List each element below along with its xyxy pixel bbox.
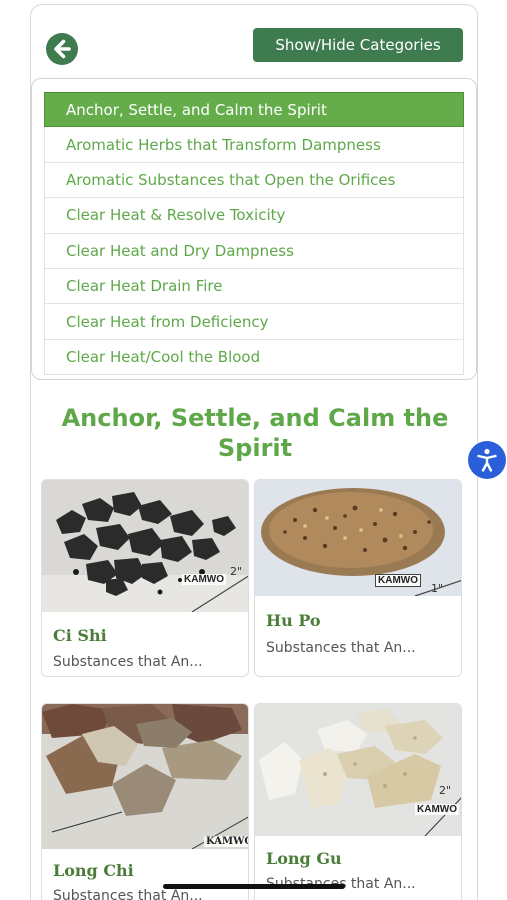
svg-text:2": 2"	[230, 565, 242, 578]
product-card-hu-po[interactable]: 1" KAMWO Hu Po Substances that An...	[254, 479, 462, 677]
category-item-clear-heat-resolve-toxicity[interactable]: Clear Heat & Resolve Toxicity	[44, 198, 464, 234]
home-indicator	[163, 884, 345, 889]
app-screen: Show/Hide Categories Anchor, Settle, and…	[30, 4, 478, 900]
category-item-clear-heat-deficiency[interactable]: Clear Heat from Deficiency	[44, 304, 464, 340]
product-image-ci-shi: 2" KAMWO	[42, 480, 248, 612]
product-name: Long Chi	[53, 861, 134, 880]
kamwo-watermark: KAMWO	[204, 836, 248, 847]
category-item-aromatic-herbs-dampness[interactable]: Aromatic Herbs that Transform Dampness	[44, 127, 464, 163]
category-item-aromatic-substances-orifices[interactable]: Aromatic Substances that Open the Orific…	[44, 162, 464, 199]
category-item-clear-heat-drain-fire[interactable]: Clear Heat Drain Fire	[44, 268, 464, 305]
product-card-long-gu[interactable]: 2" KAMWO Long Gu Substances that An...	[254, 703, 462, 900]
product-name: Ci Shi	[53, 626, 107, 645]
product-name: Hu Po	[266, 611, 321, 630]
product-image-hu-po: 1" KAMWO	[255, 480, 461, 596]
product-category: Substances that An...	[53, 888, 203, 900]
product-card-ci-shi[interactable]: 2" KAMWO Ci Shi Substances that An...	[41, 479, 249, 677]
back-button[interactable]	[46, 33, 78, 65]
svg-text:2": 2"	[439, 784, 451, 797]
kamwo-watermark: KAMWO	[182, 574, 226, 585]
product-name: Long Gu	[266, 849, 342, 868]
product-category: Substances that An...	[53, 654, 203, 670]
top-bar: Show/Hide Categories	[31, 5, 477, 75]
product-image-long-gu: 2" KAMWO	[255, 704, 461, 836]
product-image-long-chi: KAMWO	[42, 704, 248, 849]
product-category: Substances that An...	[266, 640, 416, 656]
product-card-long-chi[interactable]: KAMWO Long Chi Substances that An...	[41, 703, 249, 900]
category-item-clear-heat-cool-blood[interactable]: Clear Heat/Cool the Blood	[44, 339, 464, 376]
svg-text:1": 1"	[431, 582, 443, 595]
show-hide-categories-button[interactable]: Show/Hide Categories	[253, 28, 463, 62]
category-item-clear-heat-dry-dampness[interactable]: Clear Heat and Dry Dampness	[44, 233, 464, 269]
section-title: Anchor, Settle, and Calm the Spirit	[61, 404, 449, 462]
category-list[interactable]: Anchor, Settle, and Calm the Spirit Arom…	[44, 92, 464, 376]
category-panel[interactable]: Anchor, Settle, and Calm the Spirit Arom…	[31, 78, 477, 380]
category-item-anchor-settle-calm[interactable]: Anchor, Settle, and Calm the Spirit	[44, 92, 464, 128]
kamwo-watermark: KAMWO	[375, 574, 421, 587]
kamwo-watermark: KAMWO	[415, 804, 459, 815]
accessibility-button[interactable]	[468, 441, 506, 479]
accessibility-person-icon	[477, 448, 497, 472]
arrow-left-circle-icon	[54, 39, 71, 59]
